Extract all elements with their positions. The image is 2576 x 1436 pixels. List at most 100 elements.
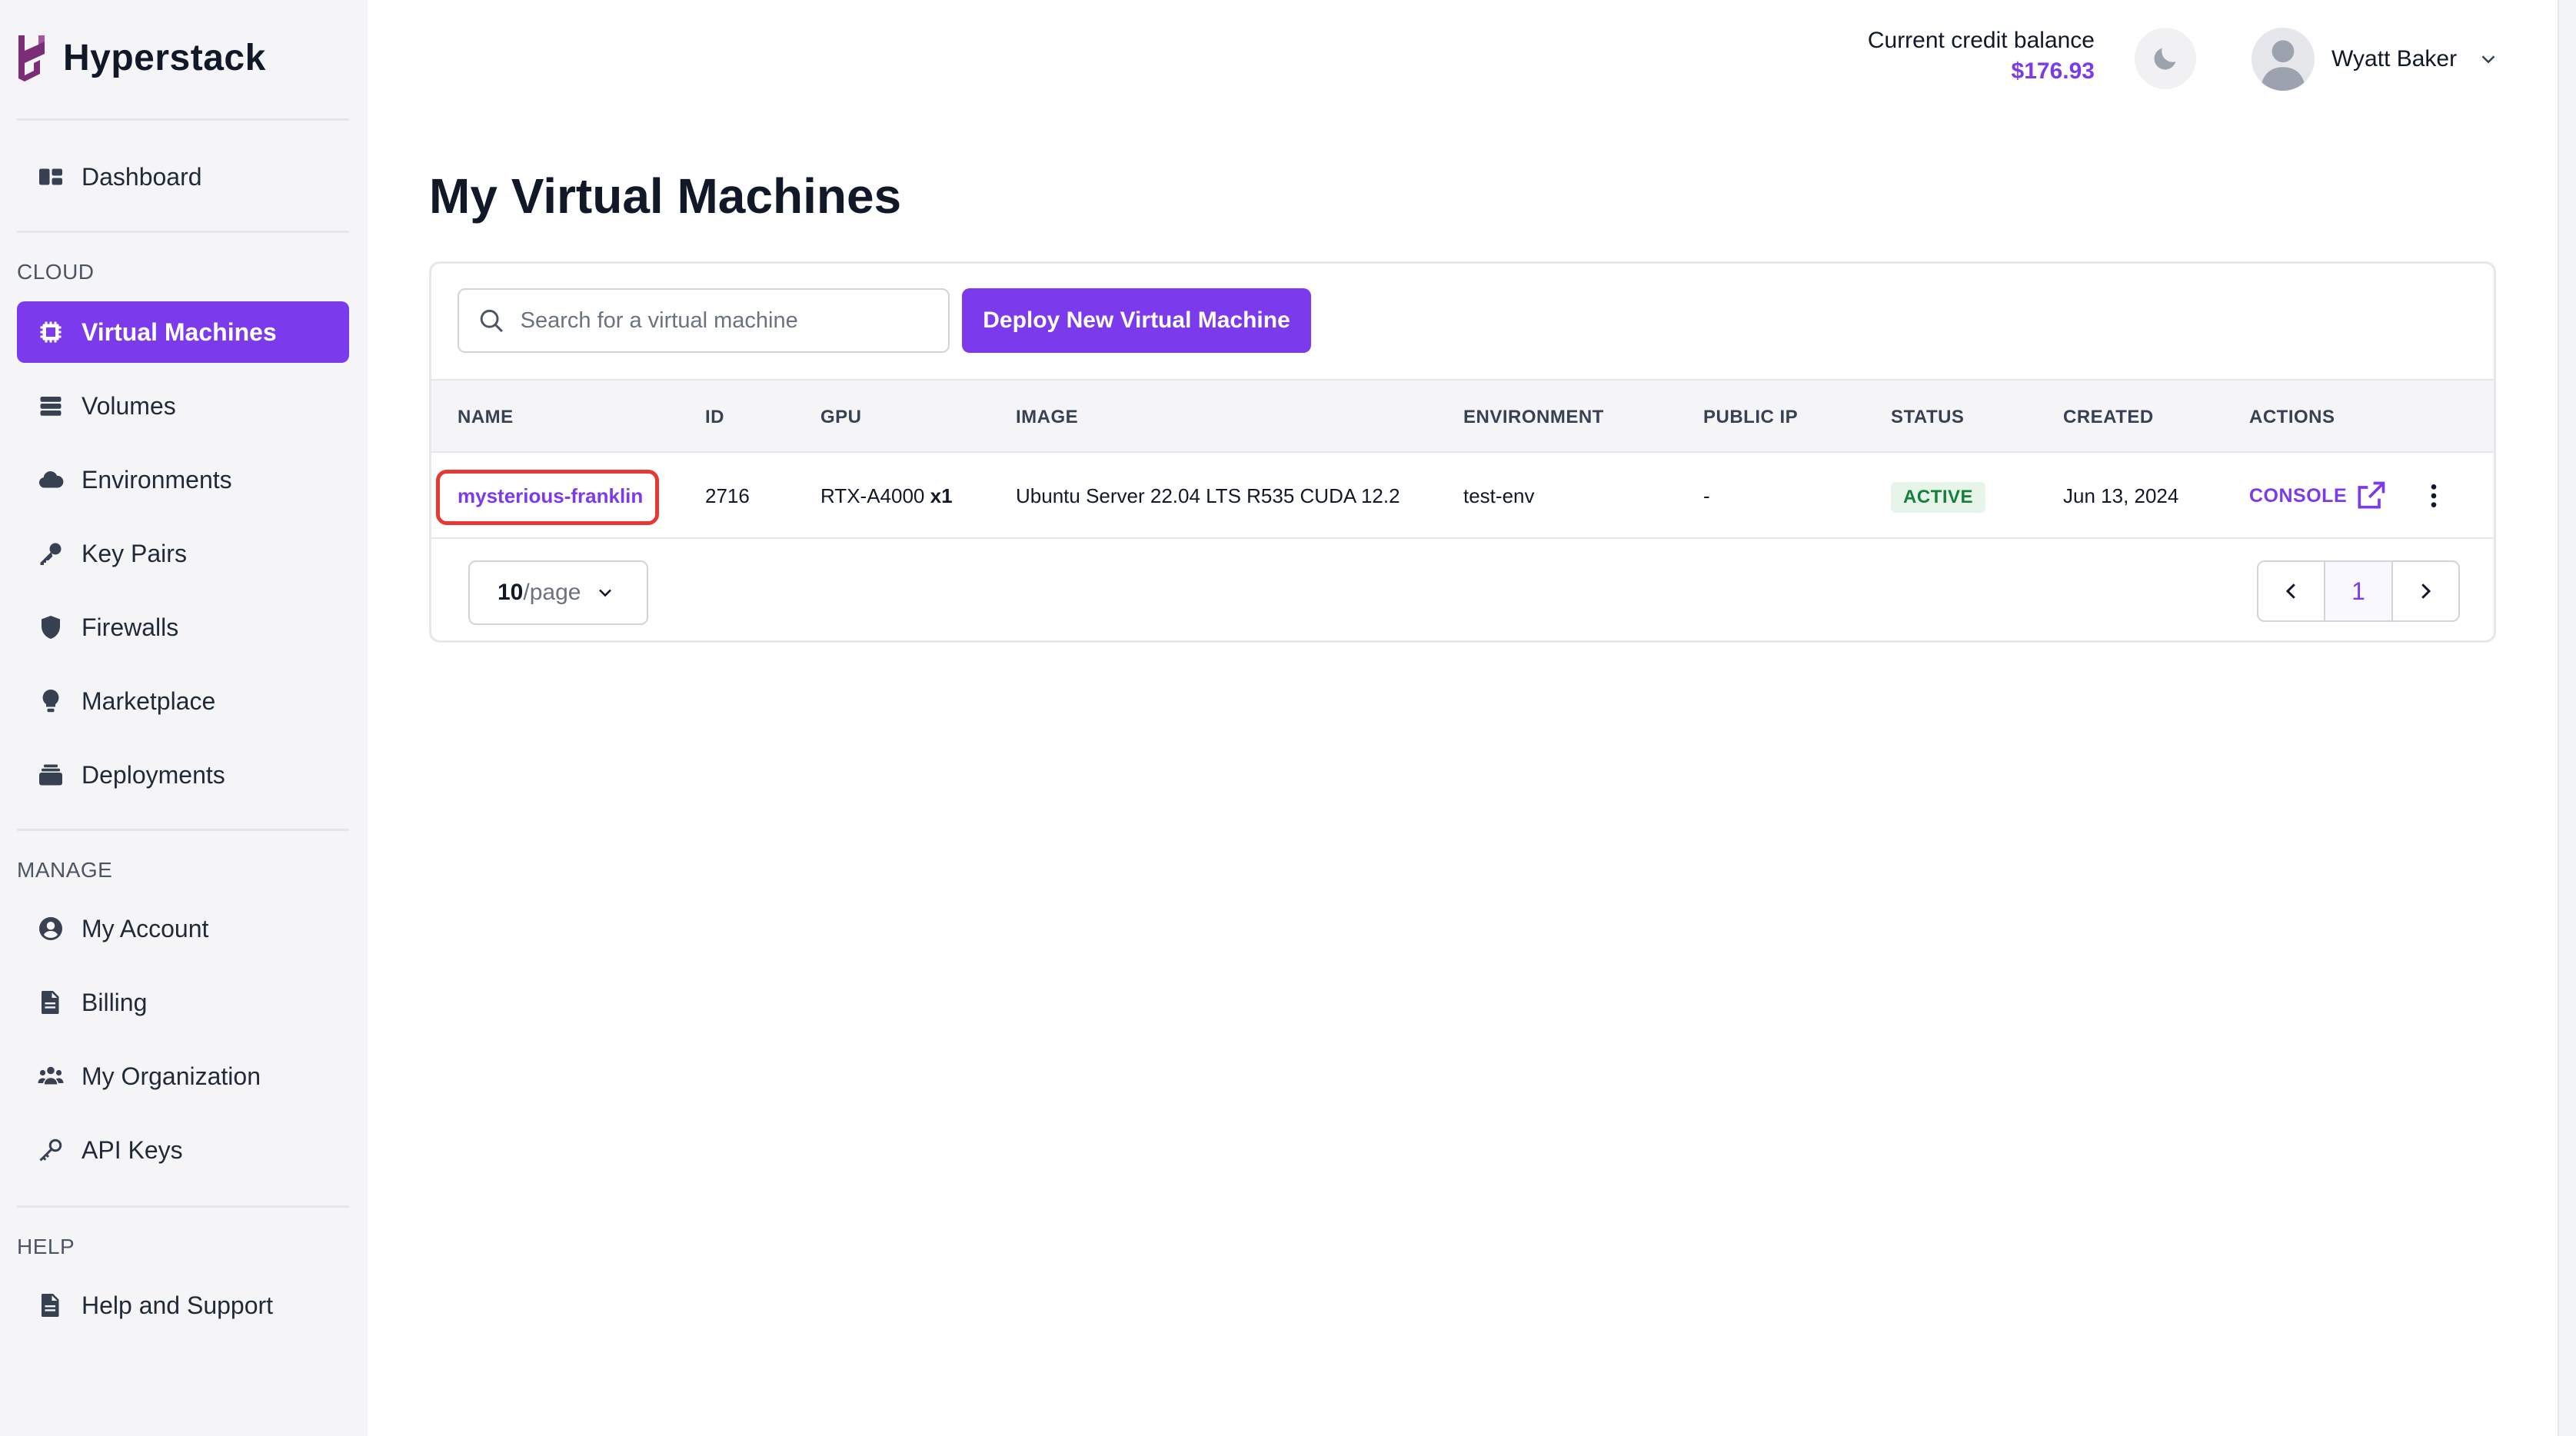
scrollbar[interactable] [2558,0,2576,1436]
sidebar-divider [17,118,349,121]
vm-id: 2716 [705,484,750,507]
sidebar-item-firewalls[interactable]: Firewalls [17,597,349,658]
sidebar-item-label: Virtual Machines [82,317,277,346]
chevron-right-icon [2421,583,2431,599]
database-icon [35,391,66,421]
per-page-value: 10 [498,580,524,605]
console-link[interactable]: CONSOLE [2249,453,2347,539]
hyperstack-logo-icon [18,35,45,81]
column-header-environment[interactable]: ENVIRONMENT [1463,381,1604,454]
sidebar-item-label: Firewalls [82,613,179,641]
cloud-icon [35,464,66,495]
key-outline-icon [35,1135,66,1165]
chevron-left-icon [2285,583,2295,599]
more-options-icon[interactable] [2418,480,2449,511]
sidebar-item-label: My Account [82,914,209,942]
per-page-select[interactable]: 10 /page [468,560,648,625]
sidebar-divider [17,829,349,831]
column-header-public-ip[interactable]: PUBLIC IP [1703,381,1798,454]
section-label-manage: MANAGE [17,858,113,882]
search-input[interactable] [518,307,948,334]
vm-gpu-count: x1 [930,484,953,507]
key-icon [35,538,66,569]
sidebar-divider [17,231,349,233]
credit-balance-value: $176.93 [2011,58,2095,84]
sidebar-item-api-keys[interactable]: API Keys [17,1119,349,1181]
vm-name-link[interactable]: mysterious-franklin [458,453,643,539]
credit-balance-label: Current credit balance [1867,28,2095,53]
sidebar-item-label: Marketplace [82,686,216,715]
sidebar-item-deployments[interactable]: Deployments [17,744,349,806]
status-badge: ACTIVE [1891,482,1986,513]
sidebar-item-label: Billing [82,988,148,1016]
avatar [2252,28,2315,91]
section-label-help: HELP [17,1235,75,1258]
users-icon [35,1061,66,1092]
sidebar-item-label: Volumes [82,391,176,420]
document-icon [35,987,66,1018]
vm-gpu-model: RTX-A4000 [820,484,925,507]
moon-icon [2154,48,2176,70]
deploy-new-vm-button[interactable]: Deploy New Virtual Machine [962,288,1311,353]
table-header: NAME ID GPU IMAGE ENVIRONMENT PUBLIC IP … [431,379,2494,453]
page-button-current[interactable]: 1 [2324,562,2393,620]
dashboard-icon [35,161,66,192]
column-header-name[interactable]: NAME [458,381,514,454]
chip-icon [35,317,66,347]
sidebar-item-billing[interactable]: Billing [17,972,349,1033]
sidebar-item-environments[interactable]: Environments [17,449,349,510]
sidebar: Hyperstack Dashboard CLOUD Virtual Machi… [0,0,368,1436]
page-title: My Virtual Machines [429,168,902,224]
layers-icon [35,760,66,790]
column-header-gpu[interactable]: GPU [820,381,862,454]
sidebar-item-my-organization[interactable]: My Organization [17,1045,349,1107]
section-label-cloud: CLOUD [17,260,95,284]
document-icon [35,1290,66,1321]
column-header-status[interactable]: STATUS [1891,381,1964,454]
user-avatar-icon [2261,40,2305,91]
user-menu[interactable]: Wyatt Baker [2252,28,2500,91]
external-link-icon[interactable] [2354,479,2388,513]
sidebar-item-label: Help and Support [82,1291,274,1319]
shield-icon [35,612,66,643]
sidebar-item-volumes[interactable]: Volumes [17,375,349,437]
vm-table-card: Deploy New Virtual Machine NAME ID GPU I… [429,261,2496,643]
sidebar-item-label: My Organization [82,1062,261,1090]
user-circle-icon [35,913,66,944]
user-name: Wyatt Baker [2331,46,2458,71]
sidebar-item-label: Dashboard [82,162,202,191]
vm-status: ACTIVE [1891,453,1986,539]
per-page-suffix: /page [523,580,581,605]
table-row: mysterious-franklin 2716 RTX-A4000 x1 Ub… [431,453,2494,539]
column-header-id[interactable]: ID [705,381,724,454]
sidebar-item-label: Deployments [82,760,225,789]
sidebar-item-label: Key Pairs [82,539,187,567]
vm-image: Ubuntu Server 22.04 LTS R535 CUDA 12.2 [1016,484,1400,507]
prev-page-button[interactable] [2258,562,2324,620]
lightbulb-icon [35,686,66,716]
vm-created: Jun 13, 2024 [2063,484,2179,507]
sidebar-item-marketplace[interactable]: Marketplace [17,670,349,732]
sidebar-item-my-account[interactable]: My Account [17,898,349,959]
theme-toggle-button[interactable] [2135,28,2196,89]
app-logo[interactable]: Hyperstack [15,32,266,83]
vm-gpu: RTX-A4000 x1 [820,453,953,539]
sidebar-item-virtual-machines[interactable]: Virtual Machines [17,301,349,363]
vm-environment: test-env [1463,484,1535,507]
sidebar-item-dashboard[interactable]: Dashboard [17,146,349,208]
sidebar-divider [17,1205,349,1208]
column-header-created[interactable]: CREATED [2063,381,2154,454]
app-name: Hyperstack [63,37,266,78]
pagination: 1 [2257,560,2460,622]
vm-public-ip: - [1703,484,1710,507]
column-header-actions: ACTIONS [2249,407,2335,427]
chevron-down-icon [599,589,612,597]
sidebar-item-help-and-support[interactable]: Help and Support [17,1275,349,1336]
credit-balance: Current credit balance $176.93 [1868,28,2095,85]
chevron-down-icon [2481,55,2495,64]
sidebar-item-key-pairs[interactable]: Key Pairs [17,523,349,584]
sidebar-item-label: Environments [82,465,232,494]
column-header-image[interactable]: IMAGE [1016,381,1078,454]
search-box[interactable] [458,288,950,353]
next-page-button[interactable] [2393,562,2458,620]
